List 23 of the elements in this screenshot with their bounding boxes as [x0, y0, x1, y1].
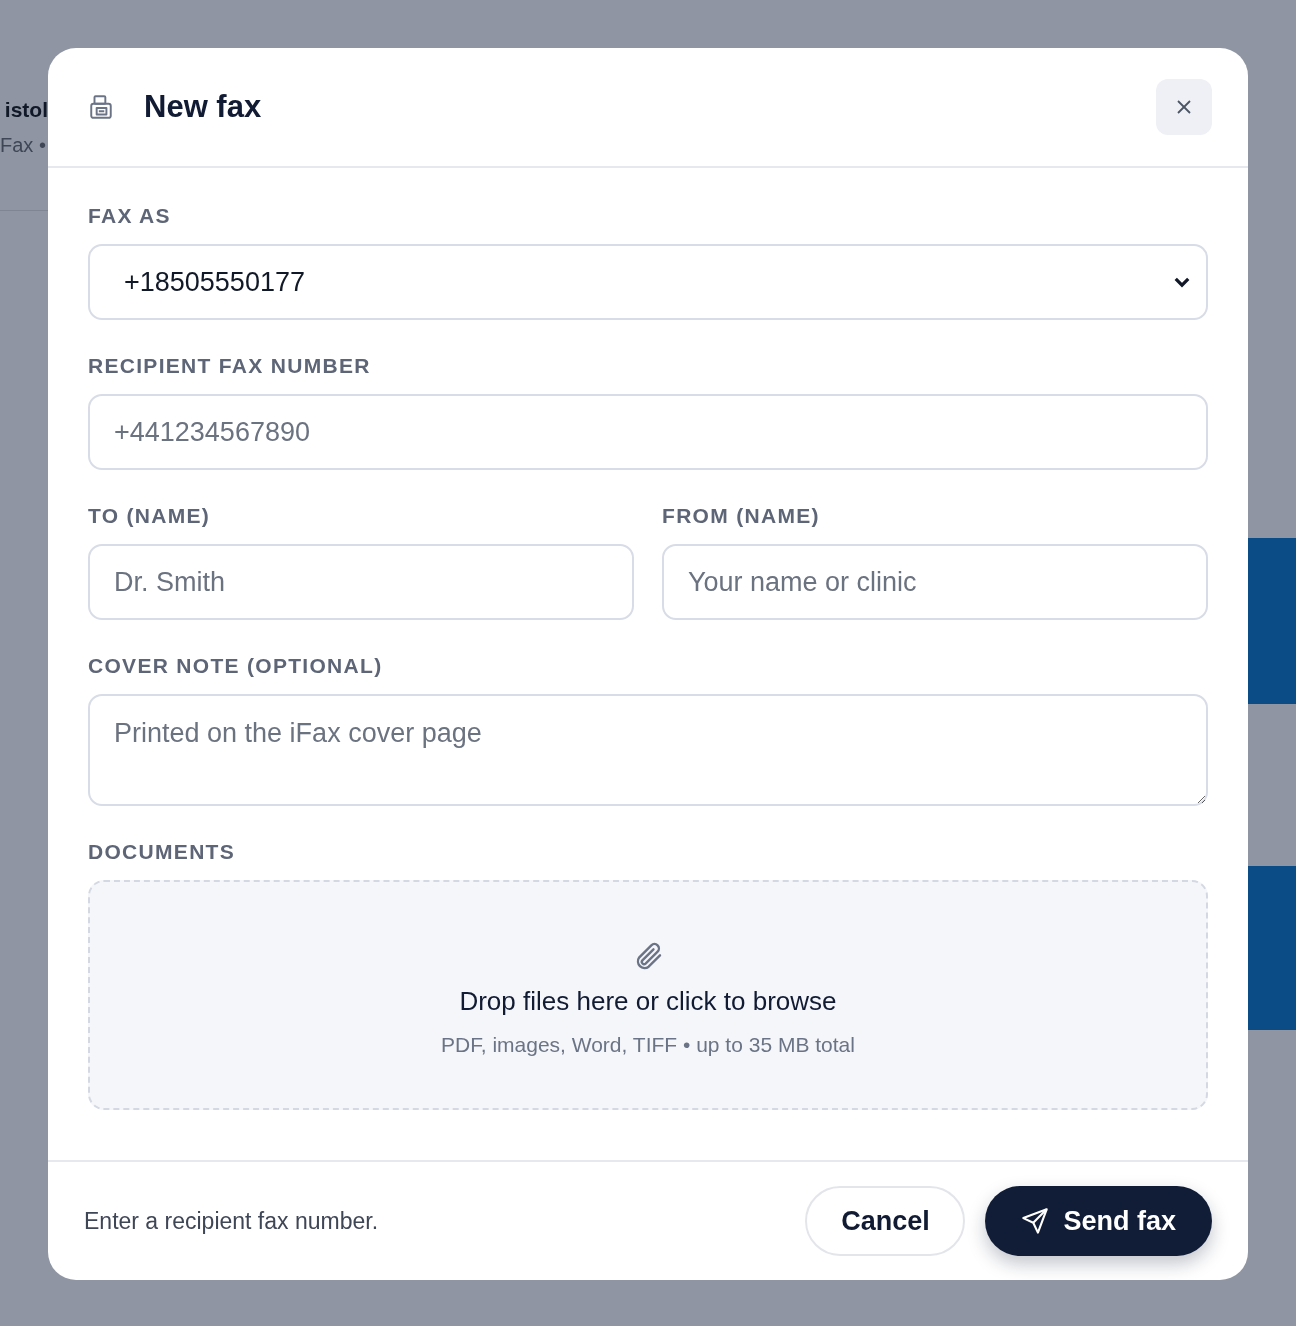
drop-zone-hint: PDF, images, Word, TIFF • up to 35 MB total [441, 1032, 855, 1057]
field-label: FAX AS [88, 204, 172, 228]
status-message: Enter a recipient fax number. [84, 1207, 379, 1235]
drop-zone-text: Drop files here or click to browse [459, 985, 837, 1017]
dropdown[interactable]: +18505550177 [88, 244, 1208, 320]
input-field[interactable]: +441234567890 [88, 394, 1208, 470]
field-label: FROM (NAME) [662, 504, 821, 528]
cancel-button[interactable]: Cancel [805, 1186, 966, 1256]
send-icon [1021, 1207, 1050, 1235]
send-fax-button[interactable]: Send fax [985, 1186, 1212, 1256]
close-button[interactable] [1156, 79, 1212, 135]
input-field[interactable]: Your name or clinic [662, 544, 1208, 620]
field-label: RECIPIENT FAX NUMBER [88, 354, 372, 378]
field-label: COVER NOTE (OPTIONAL) [88, 654, 384, 678]
page-subheading: Fax • [0, 134, 47, 157]
dialog-title: New fax [144, 89, 263, 125]
file-drop-zone[interactable]: Drop files here or click to browse PDF, images, Word, TIFF • up to 35 MB total [88, 880, 1208, 1110]
field-label: TO (NAME) [88, 504, 212, 528]
page-heading: istol [3, 98, 48, 122]
text-area[interactable]: Printed on the iFax cover page [88, 694, 1208, 806]
fax-machine-icon [88, 92, 114, 122]
field-label: DOCUMENTS [88, 840, 237, 864]
input-field[interactable]: Dr. Smith [88, 544, 634, 620]
